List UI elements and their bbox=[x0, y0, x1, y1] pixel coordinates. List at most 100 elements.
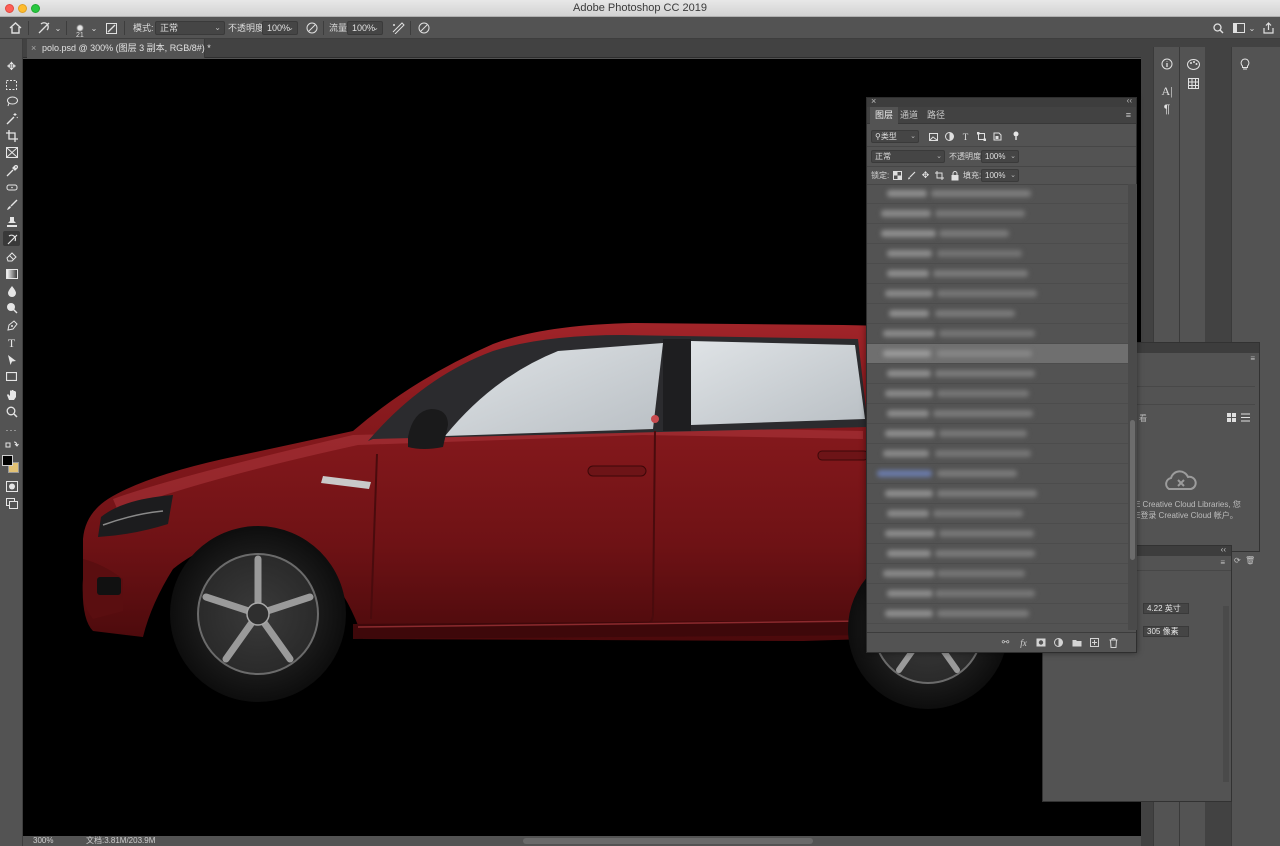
rectangle-tool-icon[interactable] bbox=[3, 369, 20, 384]
mode-select[interactable]: 正常 ⌄ bbox=[155, 21, 225, 35]
opacity-input[interactable]: 100% ⌄ bbox=[262, 21, 298, 35]
list-item[interactable] bbox=[867, 564, 1128, 584]
gradient-tool-icon[interactable] bbox=[3, 266, 20, 281]
brush-picker-chevron-icon[interactable]: ⌄ bbox=[89, 17, 99, 39]
grid-view-icon[interactable] bbox=[1227, 413, 1236, 422]
list-item[interactable] bbox=[867, 484, 1128, 504]
color-palette-icon[interactable] bbox=[1182, 55, 1204, 73]
list-item[interactable] bbox=[867, 504, 1128, 524]
magic-wand-tool-icon[interactable] bbox=[3, 111, 20, 126]
list-item[interactable] bbox=[867, 404, 1128, 424]
trash-icon[interactable]: 🗑 bbox=[1245, 556, 1255, 565]
brush-settings-icon[interactable] bbox=[104, 17, 118, 39]
path-selection-tool-icon[interactable] bbox=[3, 352, 20, 367]
filter-kind-select[interactable]: ⚲类型 ⌄ bbox=[871, 130, 919, 143]
list-item[interactable] bbox=[867, 224, 1128, 244]
panel-menu-icon[interactable]: ≡ bbox=[1126, 110, 1131, 120]
tool-preset-chevron-icon[interactable]: ⌄ bbox=[53, 17, 63, 39]
paragraph-icon[interactable]: ¶ bbox=[1156, 100, 1178, 118]
list-item[interactable] bbox=[867, 344, 1128, 364]
tab-paths[interactable]: 路径 bbox=[922, 107, 950, 124]
swatches-grid-icon[interactable] bbox=[1182, 74, 1204, 92]
list-item[interactable] bbox=[867, 284, 1128, 304]
document-tab[interactable]: × polo.psd @ 300% (图层 3 副本, RGB/8#) * bbox=[27, 39, 211, 58]
quick-mask-icon[interactable] bbox=[3, 479, 20, 494]
dodge-tool-icon[interactable] bbox=[3, 300, 20, 315]
list-item[interactable] bbox=[867, 544, 1128, 564]
workspace-icon[interactable] bbox=[1231, 17, 1247, 39]
lock-transparent-pixels-icon[interactable] bbox=[892, 170, 903, 181]
collapse-panel-icon[interactable]: ‹‹ bbox=[1127, 96, 1132, 105]
lock-position-icon[interactable]: ✥ bbox=[920, 170, 931, 181]
swap-colors-icon[interactable] bbox=[3, 440, 20, 450]
home-icon[interactable] bbox=[6, 17, 24, 39]
foreground-color-swatch[interactable] bbox=[2, 455, 13, 466]
panel-menu-icon[interactable]: ≡ bbox=[1220, 558, 1225, 567]
clone-stamp-tool-icon[interactable] bbox=[3, 214, 20, 229]
type-tool-icon[interactable]: T bbox=[3, 335, 20, 350]
eraser-tool-icon[interactable] bbox=[3, 249, 20, 264]
new-layer-icon[interactable] bbox=[1088, 636, 1101, 649]
filter-smart-object-icon[interactable] bbox=[992, 131, 1003, 142]
vertical-scrollbar[interactable] bbox=[1223, 606, 1229, 782]
lasso-tool-icon[interactable] bbox=[3, 94, 20, 109]
list-item[interactable] bbox=[867, 384, 1128, 404]
learn-lightbulb-icon[interactable] bbox=[1234, 55, 1256, 73]
crop-tool-icon[interactable] bbox=[3, 128, 20, 143]
list-item[interactable] bbox=[867, 364, 1128, 384]
frame-tool-icon[interactable] bbox=[3, 145, 20, 160]
list-item[interactable] bbox=[867, 324, 1128, 344]
pressure-opacity-icon[interactable] bbox=[304, 17, 320, 39]
history-brush-tool-icon[interactable] bbox=[3, 231, 20, 246]
list-item[interactable] bbox=[867, 524, 1128, 544]
lock-image-pixels-icon[interactable] bbox=[906, 170, 917, 181]
zoom-level[interactable]: 300% bbox=[33, 836, 53, 846]
new-adjustment-layer-icon[interactable] bbox=[1052, 636, 1065, 649]
history-brush-tool-icon[interactable] bbox=[34, 17, 54, 39]
tab-layers[interactable]: 图层 bbox=[870, 107, 899, 124]
panel-menu-icon[interactable]: ≡ bbox=[1250, 354, 1255, 363]
add-layer-style-icon[interactable]: fx bbox=[1017, 636, 1030, 649]
layers-scrollbar[interactable] bbox=[1128, 184, 1137, 630]
marquee-tool-icon[interactable] bbox=[3, 77, 20, 92]
filter-type-icon[interactable]: T bbox=[960, 131, 971, 142]
list-item[interactable] bbox=[867, 264, 1128, 284]
close-tab-icon[interactable]: × bbox=[31, 39, 36, 58]
width-field[interactable]: 4.22 英寸 bbox=[1143, 603, 1189, 614]
layers-scroll-thumb[interactable] bbox=[1130, 420, 1135, 560]
list-item[interactable] bbox=[867, 204, 1128, 224]
screen-mode-icon[interactable] bbox=[3, 496, 20, 511]
lock-artboard-icon[interactable] bbox=[934, 170, 945, 181]
hand-tool-icon[interactable] bbox=[3, 387, 20, 402]
link-layers-icon[interactable]: ⚯ bbox=[999, 636, 1012, 649]
document-size-info[interactable]: 文档:3.81M/203.9M bbox=[86, 836, 155, 846]
share-icon[interactable] bbox=[1261, 17, 1275, 39]
tab-channels[interactable]: 通道 bbox=[895, 107, 923, 124]
collapse-icon[interactable]: ‹‹ bbox=[1221, 545, 1226, 554]
layer-opacity-input[interactable]: 100% ⌄ bbox=[981, 150, 1019, 163]
brush-tool-icon[interactable] bbox=[3, 197, 20, 212]
lock-all-icon[interactable] bbox=[949, 170, 960, 181]
zoom-tool-icon[interactable] bbox=[3, 404, 20, 419]
list-item[interactable] bbox=[867, 304, 1128, 324]
filter-adjustment-icon[interactable] bbox=[944, 131, 955, 142]
list-item[interactable] bbox=[867, 444, 1128, 464]
filter-toggle-icon[interactable] bbox=[1010, 130, 1021, 141]
list-item[interactable] bbox=[867, 604, 1128, 624]
list-item[interactable] bbox=[867, 584, 1128, 604]
eyedropper-tool-icon[interactable] bbox=[3, 163, 20, 178]
fill-input[interactable]: 100% ⌄ bbox=[981, 169, 1019, 182]
flow-input[interactable]: 100% ⌄ bbox=[347, 21, 383, 35]
filter-pixel-icon[interactable] bbox=[928, 131, 939, 142]
pen-tool-icon[interactable] bbox=[3, 318, 20, 333]
list-item[interactable] bbox=[867, 184, 1128, 204]
move-tool-icon[interactable]: ✥ bbox=[3, 60, 20, 75]
filter-shape-icon[interactable] bbox=[976, 131, 987, 142]
close-panel-icon[interactable]: × bbox=[871, 96, 876, 106]
horizontal-scrollbar[interactable] bbox=[523, 838, 813, 844]
more-tools-icon[interactable]: ··· bbox=[3, 423, 20, 438]
height-field[interactable]: 305 像素 bbox=[1143, 626, 1189, 637]
new-group-folder-icon[interactable] bbox=[1070, 636, 1083, 649]
sync-icon[interactable]: ⟳ bbox=[1234, 556, 1241, 565]
list-item[interactable] bbox=[867, 464, 1128, 484]
